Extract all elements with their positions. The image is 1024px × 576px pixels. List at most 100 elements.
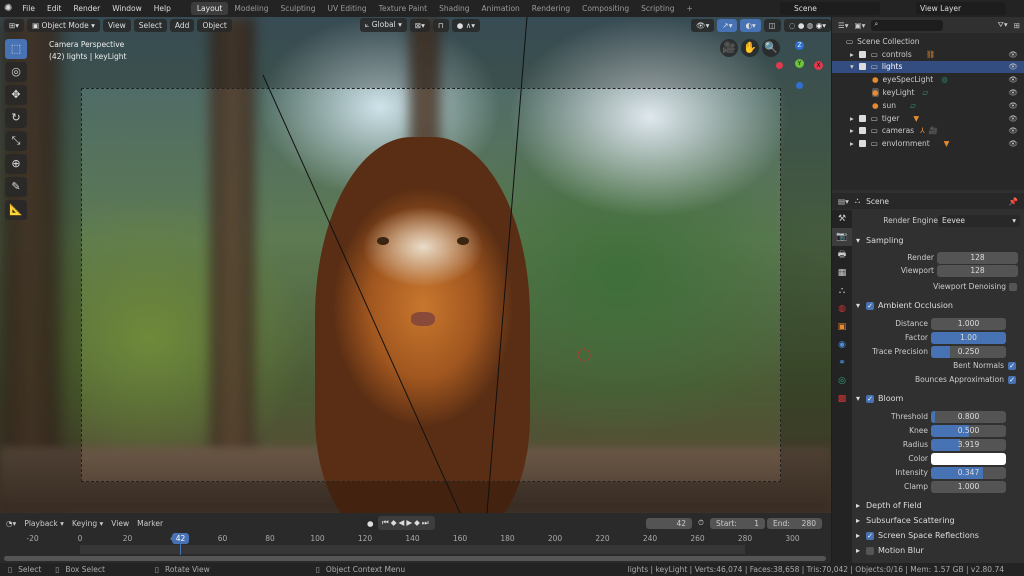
motion-blur-checkbox[interactable] <box>866 546 875 555</box>
ao-enable-checkbox[interactable]: ✓ <box>866 301 875 310</box>
record-button[interactable]: ● <box>362 516 379 530</box>
menu-edit[interactable]: Edit <box>41 4 68 13</box>
bloom-knee-slider[interactable]: 0.500 <box>931 424 1006 437</box>
eye-icon[interactable]: 👁 <box>1008 101 1018 110</box>
collapse-icon[interactable]: ▾ <box>850 62 854 71</box>
y-axis-icon[interactable]: Y <box>795 59 804 68</box>
menu-render[interactable]: Render <box>67 4 106 13</box>
x-axis-icon[interactable]: X <box>814 61 823 70</box>
zoom-icon[interactable]: 🔍 <box>762 39 780 57</box>
prev-keyframe-icon[interactable]: ◆ <box>391 518 399 527</box>
select-box-tool-icon[interactable]: ⬚ <box>5 39 27 59</box>
outliner-item-lights[interactable]: ▾ ▭ lights 👁 <box>832 60 1024 74</box>
outliner-item-eyespeclight[interactable]: ● eyeSpecLight ◎ 👁 <box>832 73 1024 86</box>
editor-type-icon[interactable]: ◔▾ <box>6 519 16 528</box>
light-data-tab-icon[interactable]: ◎ <box>832 372 852 390</box>
expand-icon[interactable]: ▸ <box>850 126 854 135</box>
pin-icon[interactable]: 📌 <box>1009 197 1024 206</box>
playhead-frame-label[interactable]: 42 <box>172 533 189 544</box>
orientation-selector[interactable]: ⟀ Global ▾ <box>359 18 407 32</box>
exclude-checkbox[interactable] <box>858 50 866 58</box>
eye-icon[interactable]: 👁 <box>1008 50 1018 59</box>
bloom-threshold-slider[interactable]: 0.800 <box>931 410 1006 423</box>
menu-view[interactable]: View <box>111 519 129 528</box>
shading-modes[interactable]: ◌ ● ◍ ◉▾ <box>783 18 831 32</box>
bent-normals-checkbox[interactable]: ✓ <box>1008 361 1016 370</box>
mode-selector[interactable]: ▣ Object Mode ▾ <box>27 18 100 32</box>
z-axis-icon[interactable]: Z <box>795 41 804 50</box>
filter-icon[interactable]: ⛛▾ <box>998 20 1008 30</box>
eye-icon[interactable]: 👁 <box>1008 62 1018 71</box>
ao-trace-precision-slider[interactable]: 0.250 <box>931 345 1006 358</box>
new-collection-icon[interactable]: ⊞ <box>1014 21 1024 30</box>
constraints-tab-icon[interactable]: ⚭ <box>832 354 852 372</box>
measure-tool-icon[interactable]: 📐 <box>5 200 27 220</box>
proportional-edit-icon[interactable]: ● ∧▾ <box>451 18 480 32</box>
timeline-scrollbar[interactable] <box>4 556 826 561</box>
neg-x-axis-icon[interactable] <box>776 62 783 69</box>
render-engine-dropdown[interactable]: Eevee ▾ <box>938 214 1020 227</box>
eye-icon[interactable]: 👁 <box>1008 75 1018 84</box>
ssr-enable-checkbox[interactable]: ✓ <box>866 531 875 540</box>
blender-logo-icon[interactable]: ✺ <box>0 3 16 14</box>
eye-icon[interactable]: 👁 <box>1008 139 1018 148</box>
render-tab-icon[interactable]: 📷 <box>832 228 852 246</box>
outliner-item-tiger[interactable]: ▸ ▭ tiger ▼ 👁 <box>832 112 1024 125</box>
tab-compositing[interactable]: Compositing <box>576 2 635 15</box>
ssr-panel-header[interactable]: ▸ ✓ Screen Space Reflections <box>852 529 1024 542</box>
tool-tab-icon[interactable]: ⚒ <box>832 210 852 228</box>
rotate-tool-icon[interactable]: ↻ <box>5 108 27 128</box>
bloom-panel-header[interactable]: ▾ ✓ Bloom <box>852 392 1024 405</box>
world-tab-icon[interactable]: ◍ <box>832 300 852 318</box>
gizmo-toggle-icon[interactable]: ↗▾ <box>717 18 738 32</box>
tab-scripting[interactable]: Scripting <box>635 2 680 15</box>
menu-help[interactable]: Help <box>148 4 177 13</box>
render-samples-field[interactable]: 128 <box>937 251 1018 264</box>
camera-view-icon[interactable]: 🎥 <box>720 39 738 57</box>
menu-marker[interactable]: Marker <box>137 519 163 528</box>
ao-factor-slider[interactable]: 1.00 <box>931 331 1006 344</box>
snap-icon[interactable]: ⊓ <box>432 18 449 32</box>
cursor-tool-icon[interactable]: ◎ <box>5 62 27 82</box>
output-tab-icon[interactable]: 🖶 <box>832 246 852 264</box>
outliner-item-cameras[interactable]: ▸ ▭ cameras ⅄ 🎥 👁 <box>832 125 1024 138</box>
filter-type-icon[interactable]: ▣▾ <box>855 21 866 30</box>
start-frame-field[interactable]: Start: 1 <box>710 517 765 529</box>
bloom-clamp-field[interactable]: 1.000 <box>931 480 1006 493</box>
tab-uv-editing[interactable]: UV Editing <box>322 2 373 15</box>
motion-blur-panel-header[interactable]: ▸ Motion Blur <box>852 544 1024 557</box>
view-layer-tab-icon[interactable]: ▦ <box>832 264 852 282</box>
expand-icon[interactable]: ▸ <box>850 139 854 148</box>
outliner-scene-collection[interactable]: ▭ Scene Collection <box>832 35 1024 48</box>
jump-start-icon[interactable]: ⏮ <box>382 518 391 527</box>
eye-icon[interactable]: 👁 <box>1008 126 1018 135</box>
exclude-checkbox[interactable] <box>858 140 866 148</box>
outliner-item-controls[interactable]: ▸ ▭ controls ⛓ 👁 <box>832 48 1024 61</box>
ao-distance-field[interactable]: 1.000 <box>931 317 1006 330</box>
jump-end-icon[interactable]: ⏭ <box>422 518 431 527</box>
physics-tab-icon[interactable]: ◉ <box>832 336 852 354</box>
end-frame-field[interactable]: End: 280 <box>767 517 822 529</box>
display-mode-icon[interactable]: ☰▾ <box>838 21 849 30</box>
editor-type-icon[interactable]: ▤▾ <box>838 197 849 206</box>
stopwatch-icon[interactable]: ⏱ <box>698 518 704 528</box>
exclude-checkbox[interactable] <box>858 114 866 122</box>
menu-file[interactable]: File <box>16 4 41 13</box>
texture-tab-icon[interactable]: ▩ <box>832 390 852 408</box>
3d-viewport[interactable]: ⊞▾ ▣ Object Mode ▾ View Select Add Objec… <box>0 17 831 513</box>
outliner-item-sun[interactable]: ● sun ▱ 👁 <box>832 99 1024 112</box>
dof-panel-header[interactable]: ▸ Depth of Field <box>852 499 1024 512</box>
overlay-toggle-icon[interactable]: ◐▾ <box>740 18 761 32</box>
menu-add[interactable]: Add <box>169 18 195 32</box>
editor-type-icon[interactable]: ⊞▾ <box>4 18 25 32</box>
viewport-samples-field[interactable]: 128 <box>937 264 1018 277</box>
play-icon[interactable]: ▶ <box>406 518 414 527</box>
sss-panel-header[interactable]: ▸ Subsurface Scattering <box>852 514 1024 527</box>
tab-rendering[interactable]: Rendering <box>526 2 576 15</box>
scene-tab-icon[interactable]: ⛬ <box>832 282 852 300</box>
visibility-icon[interactable]: 👁▾ <box>691 18 715 32</box>
frame-ruler[interactable]: -200204060801001201401601802002202402602… <box>0 533 831 545</box>
expand-icon[interactable]: ▸ <box>850 114 854 123</box>
pivot-icon[interactable]: ⊠▾ <box>409 18 430 32</box>
tab-modeling[interactable]: Modeling <box>228 2 274 15</box>
